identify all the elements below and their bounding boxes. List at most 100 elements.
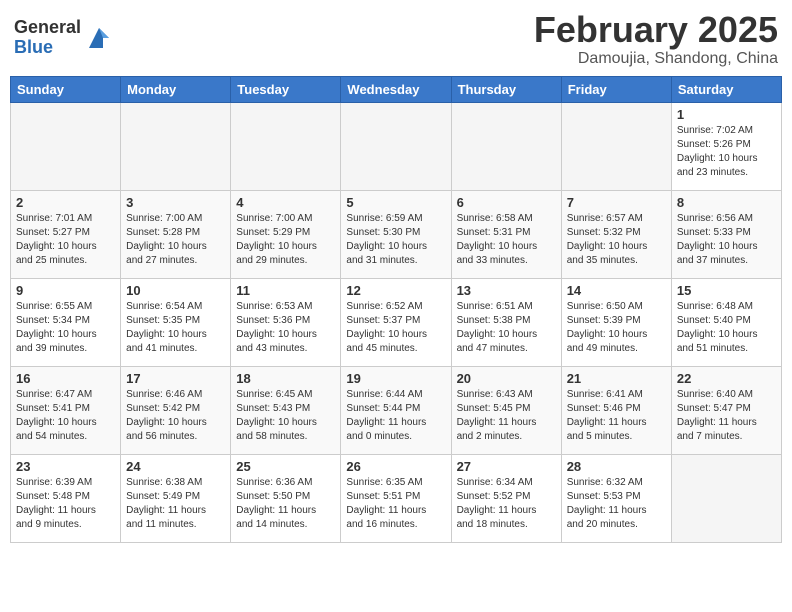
calendar-cell: 5 Sunrise: 6:59 AMSunset: 5:30 PMDaylight… <box>341 190 451 278</box>
weekday-header-tuesday: Tuesday <box>231 76 341 102</box>
calendar-cell: 23 Sunrise: 6:39 AMSunset: 5:48 PMDayligh… <box>11 454 121 542</box>
calendar-cell: 28 Sunrise: 6:32 AMSunset: 5:53 PMDayligh… <box>561 454 671 542</box>
day-info: Sunrise: 6:54 AMSunset: 5:35 PMDaylight:… <box>126 300 225 356</box>
week-row-5: 23 Sunrise: 6:39 AMSunset: 5:48 PMDayligh… <box>11 454 782 542</box>
day-info: Sunrise: 6:40 AMSunset: 5:47 PMDaylight:… <box>677 388 776 444</box>
logo-general-text: General <box>14 18 81 38</box>
week-row-4: 16Sunrise: 6:47 AMSunset: 5:41 PMDayligh… <box>11 366 782 454</box>
calendar-cell: 13 Sunrise: 6:51 AMSunset: 5:38 PMDayligh… <box>451 278 561 366</box>
day-number: 9 <box>16 283 115 298</box>
day-number: 7 <box>567 195 666 210</box>
day-info: Sunrise: 6:50 AMSunset: 5:39 PMDaylight:… <box>567 300 666 356</box>
day-number: 6 <box>457 195 556 210</box>
calendar-cell: 2 Sunrise: 7:01 AMSunset: 5:27 PMDaylight… <box>11 190 121 278</box>
calendar-cell: 19 Sunrise: 6:44 AMSunset: 5:44 PMDayligh… <box>341 366 451 454</box>
page-header: General Blue February 2025 Damoujia, Sha… <box>10 10 782 68</box>
weekday-header-thursday: Thursday <box>451 76 561 102</box>
title-block: February 2025 Damoujia, Shandong, China <box>534 10 778 68</box>
day-number: 12 <box>346 283 445 298</box>
day-number: 13 <box>457 283 556 298</box>
calendar-cell: 9 Sunrise: 6:55 AMSunset: 5:34 PMDaylight… <box>11 278 121 366</box>
day-number: 15 <box>677 283 776 298</box>
day-number: 26 <box>346 459 445 474</box>
weekday-header-wednesday: Wednesday <box>341 76 451 102</box>
day-number: 18 <box>236 371 335 386</box>
day-info: Sunrise: 6:51 AMSunset: 5:38 PMDaylight:… <box>457 300 556 356</box>
day-number: 17 <box>126 371 225 386</box>
day-info: Sunrise: 6:32 AMSunset: 5:53 PMDaylight:… <box>567 476 666 532</box>
day-number: 11 <box>236 283 335 298</box>
logo-icon <box>85 24 113 52</box>
day-info: Sunrise: 6:55 AMSunset: 5:34 PMDaylight:… <box>16 300 115 356</box>
calendar-cell: 12Sunrise: 6:52 AMSunset: 5:37 PMDayligh… <box>341 278 451 366</box>
day-info: Sunrise: 6:38 AMSunset: 5:49 PMDaylight:… <box>126 476 225 532</box>
logo-blue-text: Blue <box>14 38 81 58</box>
day-info: Sunrise: 6:44 AMSunset: 5:44 PMDaylight:… <box>346 388 445 444</box>
calendar-cell: 7Sunrise: 6:57 AMSunset: 5:32 PMDaylight… <box>561 190 671 278</box>
day-info: Sunrise: 6:59 AMSunset: 5:30 PMDaylight:… <box>346 212 445 268</box>
calendar-table: SundayMondayTuesdayWednesdayThursdayFrid… <box>10 76 782 543</box>
day-number: 27 <box>457 459 556 474</box>
calendar-cell: 24Sunrise: 6:38 AMSunset: 5:49 PMDayligh… <box>121 454 231 542</box>
calendar-cell: 21 Sunrise: 6:41 AMSunset: 5:46 PMDayligh… <box>561 366 671 454</box>
calendar-cell: 22 Sunrise: 6:40 AMSunset: 5:47 PMDayligh… <box>671 366 781 454</box>
calendar-cell: 27 Sunrise: 6:34 AMSunset: 5:52 PMDayligh… <box>451 454 561 542</box>
day-number: 1 <box>677 107 776 122</box>
day-info: Sunrise: 6:39 AMSunset: 5:48 PMDaylight:… <box>16 476 115 532</box>
week-row-3: 9 Sunrise: 6:55 AMSunset: 5:34 PMDaylight… <box>11 278 782 366</box>
day-info: Sunrise: 7:01 AMSunset: 5:27 PMDaylight:… <box>16 212 115 268</box>
location-subtitle: Damoujia, Shandong, China <box>534 50 778 68</box>
day-number: 14 <box>567 283 666 298</box>
day-number: 8 <box>677 195 776 210</box>
calendar-cell <box>341 102 451 190</box>
day-info: Sunrise: 6:43 AMSunset: 5:45 PMDaylight:… <box>457 388 556 444</box>
calendar-cell: 11Sunrise: 6:53 AMSunset: 5:36 PMDayligh… <box>231 278 341 366</box>
calendar-cell: 15 Sunrise: 6:48 AMSunset: 5:40 PMDayligh… <box>671 278 781 366</box>
calendar-cell: 4 Sunrise: 7:00 AMSunset: 5:29 PMDaylight… <box>231 190 341 278</box>
calendar-cell: 6 Sunrise: 6:58 AMSunset: 5:31 PMDaylight… <box>451 190 561 278</box>
day-info: Sunrise: 7:00 AMSunset: 5:29 PMDaylight:… <box>236 212 335 268</box>
logo: General Blue <box>14 18 113 58</box>
calendar-cell: 16Sunrise: 6:47 AMSunset: 5:41 PMDayligh… <box>11 366 121 454</box>
day-info: Sunrise: 6:36 AMSunset: 5:50 PMDaylight:… <box>236 476 335 532</box>
day-number: 22 <box>677 371 776 386</box>
day-info: Sunrise: 6:48 AMSunset: 5:40 PMDaylight:… <box>677 300 776 356</box>
month-title: February 2025 <box>534 10 778 50</box>
weekday-header-monday: Monday <box>121 76 231 102</box>
calendar-cell <box>451 102 561 190</box>
day-info: Sunrise: 7:00 AMSunset: 5:28 PMDaylight:… <box>126 212 225 268</box>
calendar-cell: 26 Sunrise: 6:35 AMSunset: 5:51 PMDayligh… <box>341 454 451 542</box>
day-number: 28 <box>567 459 666 474</box>
calendar-cell: 17Sunrise: 6:46 AMSunset: 5:42 PMDayligh… <box>121 366 231 454</box>
day-number: 5 <box>346 195 445 210</box>
calendar-cell: 8Sunrise: 6:56 AMSunset: 5:33 PMDaylight… <box>671 190 781 278</box>
week-row-2: 2 Sunrise: 7:01 AMSunset: 5:27 PMDaylight… <box>11 190 782 278</box>
day-number: 2 <box>16 195 115 210</box>
day-info: Sunrise: 6:41 AMSunset: 5:46 PMDaylight:… <box>567 388 666 444</box>
calendar-cell <box>671 454 781 542</box>
day-number: 21 <box>567 371 666 386</box>
day-number: 19 <box>346 371 445 386</box>
weekday-header-friday: Friday <box>561 76 671 102</box>
weekday-header-saturday: Saturday <box>671 76 781 102</box>
calendar-cell: 10 Sunrise: 6:54 AMSunset: 5:35 PMDayligh… <box>121 278 231 366</box>
calendar-cell: 18 Sunrise: 6:45 AMSunset: 5:43 PMDayligh… <box>231 366 341 454</box>
calendar-cell <box>121 102 231 190</box>
day-number: 3 <box>126 195 225 210</box>
day-info: Sunrise: 7:02 AMSunset: 5:26 PMDaylight:… <box>677 124 776 180</box>
day-number: 23 <box>16 459 115 474</box>
day-number: 16 <box>16 371 115 386</box>
day-number: 20 <box>457 371 556 386</box>
day-number: 10 <box>126 283 225 298</box>
calendar-cell: 3 Sunrise: 7:00 AMSunset: 5:28 PMDaylight… <box>121 190 231 278</box>
day-number: 25 <box>236 459 335 474</box>
day-info: Sunrise: 6:35 AMSunset: 5:51 PMDaylight:… <box>346 476 445 532</box>
week-row-1: 1 Sunrise: 7:02 AMSunset: 5:26 PMDaylight… <box>11 102 782 190</box>
day-info: Sunrise: 6:34 AMSunset: 5:52 PMDaylight:… <box>457 476 556 532</box>
calendar-cell: 14 Sunrise: 6:50 AMSunset: 5:39 PMDayligh… <box>561 278 671 366</box>
day-info: Sunrise: 6:58 AMSunset: 5:31 PMDaylight:… <box>457 212 556 268</box>
day-info: Sunrise: 6:45 AMSunset: 5:43 PMDaylight:… <box>236 388 335 444</box>
calendar-cell <box>231 102 341 190</box>
day-number: 4 <box>236 195 335 210</box>
calendar-cell <box>11 102 121 190</box>
